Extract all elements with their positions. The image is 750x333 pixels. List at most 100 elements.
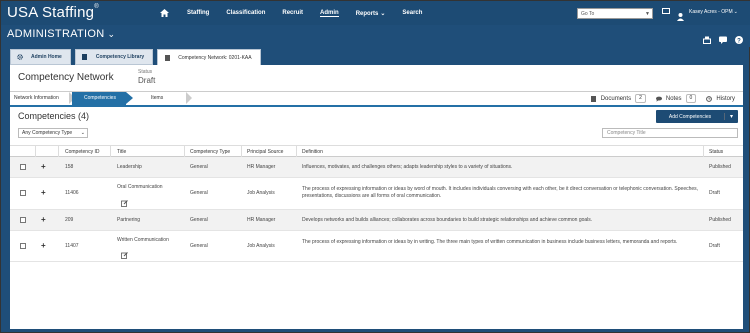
admin-toolbar: ? xyxy=(703,31,743,44)
column-divider xyxy=(58,145,59,157)
nav-staffing[interactable]: Staffing xyxy=(187,10,209,16)
expand-icon[interactable]: + xyxy=(41,242,46,250)
table-row[interactable]: + 209 Partnering General HR Manager Deve… xyxy=(10,210,743,231)
tab-admin-home[interactable]: Admin Home xyxy=(10,49,71,65)
section-title: Competencies (4) xyxy=(18,111,90,121)
expand-icon[interactable]: + xyxy=(41,216,46,224)
notes-link[interactable]: Notes 0 xyxy=(655,94,697,103)
cell-definition: The process of expressing information or… xyxy=(302,186,699,199)
expand-icon[interactable]: + xyxy=(41,163,46,171)
notes-label: Notes xyxy=(665,95,682,102)
caret-down-icon[interactable]: ▾ xyxy=(724,113,738,120)
cell-source: HR Manager xyxy=(247,164,276,170)
tab-bar: Admin Home Competency Library Competency… xyxy=(10,49,261,66)
main-nav: Staffing Classification Recruit Admin Re… xyxy=(159,1,439,25)
document-icon xyxy=(164,55,170,61)
header-competency-id[interactable]: Competency ID xyxy=(65,149,99,155)
competency-title-search-input[interactable]: Competency Title xyxy=(602,128,738,138)
status-label: Status xyxy=(138,69,153,75)
app-window: USA Staffing® Staffing Classification Re… xyxy=(0,0,750,333)
row-checkbox[interactable] xyxy=(20,217,26,223)
column-divider xyxy=(35,145,36,157)
admin-title: ADMINISTRATION xyxy=(7,28,105,40)
main-panel: Competency Network Status Draft Network … xyxy=(10,65,743,329)
table-row[interactable]: + 158 Leadership General HR Manager Infl… xyxy=(10,157,743,178)
expand-icon[interactable]: + xyxy=(41,189,46,197)
add-competencies-label: Add Competencies xyxy=(668,113,712,120)
tab-competency-network[interactable]: Competency Network: 0201-KAA xyxy=(157,49,261,66)
step-nav: Network Information Competencies Items D… xyxy=(10,92,743,105)
cell-title[interactable]: Leadership xyxy=(117,164,142,171)
nav-search[interactable]: Search xyxy=(402,10,422,16)
row-checkbox[interactable] xyxy=(20,243,26,249)
cell-source: Job Analysis xyxy=(247,243,275,249)
chat-icon[interactable] xyxy=(719,31,727,44)
document-icon xyxy=(591,95,597,102)
row-checkbox[interactable] xyxy=(20,164,26,170)
mail-icon[interactable] xyxy=(662,8,670,14)
cell-type: General xyxy=(190,164,208,170)
user-icon[interactable] xyxy=(677,8,684,21)
usa-staffing-logo[interactable]: USA Staffing® xyxy=(7,4,99,21)
comment-icon xyxy=(655,96,662,102)
cell-title[interactable]: Oral Communication xyxy=(117,184,163,191)
cell-title[interactable]: Written Communication xyxy=(117,237,169,244)
top-nav: USA Staffing® Staffing Classification Re… xyxy=(1,1,750,25)
tray-icon[interactable] xyxy=(703,31,711,44)
cell-title[interactable]: Partnering xyxy=(117,217,140,224)
edit-icon[interactable] xyxy=(121,246,128,259)
tab-label: Competency Network: 0201-KAA xyxy=(178,55,252,61)
edit-icon[interactable] xyxy=(121,194,128,207)
nav-reports[interactable]: Reports ⌄ xyxy=(356,10,386,17)
tab-competency-library[interactable]: Competency Library xyxy=(74,49,154,65)
nav-recruit[interactable]: Recruit xyxy=(282,10,303,16)
step-network-information[interactable]: Network Information xyxy=(14,92,72,105)
goto-placeholder: Go To xyxy=(581,11,595,17)
step-separator xyxy=(186,92,192,104)
step-items[interactable]: Items xyxy=(151,92,191,105)
header-status[interactable]: Status xyxy=(709,149,723,155)
history-link[interactable]: History xyxy=(706,96,735,102)
tab-label: Competency Library xyxy=(95,54,145,60)
notes-count-badge: 0 xyxy=(685,94,697,103)
column-divider xyxy=(110,145,111,157)
header-principal-source[interactable]: Principal Source xyxy=(247,149,283,155)
add-competencies-button[interactable]: Add Competencies ▾ xyxy=(656,110,738,123)
column-divider xyxy=(296,145,297,157)
user-name-label: Kasey Acres - OPM xyxy=(689,9,733,15)
cell-definition: The process of expressing information or… xyxy=(302,239,678,245)
nav-reports-label: Reports xyxy=(355,10,379,17)
cell-id: 11406 xyxy=(65,190,79,196)
help-icon[interactable]: ? xyxy=(735,31,743,44)
status-value: Draft xyxy=(138,76,156,85)
header-definition[interactable]: Definition xyxy=(302,149,323,155)
admin-menu[interactable]: ADMINISTRATION ⌄ xyxy=(7,28,115,40)
step-active-arrow xyxy=(126,92,133,104)
logo-registered-mark: ® xyxy=(94,4,99,10)
documents-link[interactable]: Documents 2 xyxy=(591,94,646,103)
cell-status: Published xyxy=(709,164,731,170)
header-competency-type[interactable]: Competency Type xyxy=(190,149,230,155)
cell-type: General xyxy=(190,190,208,196)
home-icon[interactable] xyxy=(159,8,169,18)
nav-admin[interactable]: Admin xyxy=(320,10,339,17)
competency-type-filter[interactable]: Any Competency Type ⌄ xyxy=(18,128,88,138)
cell-status: Published xyxy=(709,217,731,223)
cell-id: 158 xyxy=(65,164,74,170)
column-divider xyxy=(241,145,242,157)
cell-definition: Influences, motivates, and challenges ot… xyxy=(302,164,513,170)
nav-classification[interactable]: Classification xyxy=(226,10,265,16)
logo-text: USA Staffing xyxy=(7,4,95,21)
documents-count-badge: 2 xyxy=(635,94,646,103)
table-row[interactable]: + 11407 Written Communication General Jo… xyxy=(10,231,743,262)
caret-down-icon: ⌄ xyxy=(80,130,85,136)
documents-label: Documents xyxy=(600,95,632,102)
header-title[interactable]: Title xyxy=(117,149,126,155)
row-checkbox[interactable] xyxy=(20,190,26,196)
chevron-down-icon: ⌄ xyxy=(380,10,386,17)
page-title: Competency Network xyxy=(18,72,114,83)
step-competencies[interactable]: Competencies xyxy=(72,92,126,105)
table-row[interactable]: + 11406 Oral Communication General Job A… xyxy=(10,178,743,210)
user-menu[interactable]: Kasey Acres - OPM⌄ xyxy=(689,9,738,15)
goto-select[interactable]: Go To ▼ xyxy=(577,8,653,19)
